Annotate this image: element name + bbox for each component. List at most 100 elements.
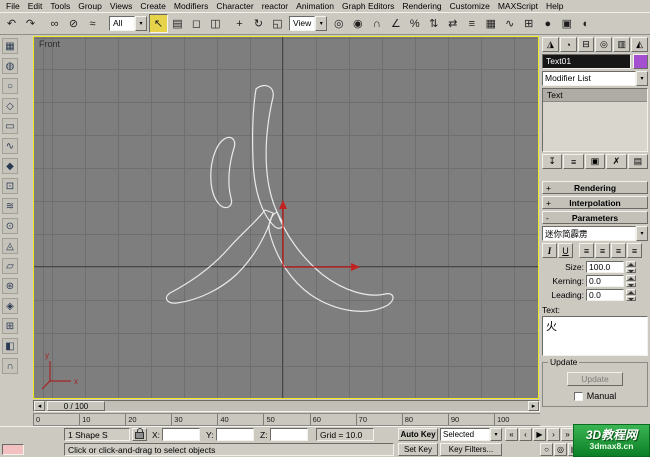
menu-character[interactable]: Character: [212, 1, 257, 11]
time-slider-left-arrow-icon[interactable]: ◂: [34, 401, 45, 411]
italic-button[interactable]: I: [542, 243, 557, 258]
chevron-down-icon[interactable]: ▾: [636, 226, 648, 241]
reactor-tool-17-icon[interactable]: ∩: [2, 358, 18, 374]
rollout-toggle-icon[interactable]: +: [546, 198, 551, 208]
curve-editor-icon[interactable]: ∿: [500, 14, 519, 33]
chevron-down-icon[interactable]: ▾: [636, 71, 648, 86]
viewport-scene[interactable]: y x: [34, 37, 538, 398]
viewport-label[interactable]: Front: [39, 39, 60, 49]
reactor-tool-8-icon[interactable]: ⊡: [2, 178, 18, 194]
use-pivot-point-center-icon[interactable]: ◎: [329, 14, 348, 33]
chevron-down-icon[interactable]: ▾: [490, 428, 502, 441]
menu-group[interactable]: Group: [74, 1, 106, 11]
create-tab[interactable]: ◮: [542, 37, 559, 52]
text-spline-outline[interactable]: [268, 211, 394, 312]
size-field[interactable]: 100.0: [586, 261, 624, 273]
menu-animation[interactable]: Animation: [292, 1, 338, 11]
underline-button[interactable]: U: [558, 243, 573, 258]
spinner[interactable]: [626, 289, 636, 301]
macro-recorder-field[interactable]: [2, 444, 24, 455]
utilities-tab[interactable]: ◭: [631, 37, 648, 52]
motion-tab[interactable]: ◎: [595, 37, 613, 52]
make-unique-icon[interactable]: ▣: [584, 154, 606, 169]
menu-graph-editors[interactable]: Graph Editors: [338, 1, 398, 11]
reactor-tool-10-icon[interactable]: ⊙: [2, 218, 18, 234]
layer-manager-icon[interactable]: ▦: [481, 14, 500, 33]
render-scene-icon[interactable]: ▣: [557, 14, 576, 33]
reactor-tool-5-icon[interactable]: ▭: [2, 118, 18, 134]
track-bar[interactable]: 0 10 20 30 40 50 60 70 80 90 100: [33, 413, 540, 426]
reactor-tool-2-icon[interactable]: ◍: [2, 58, 18, 74]
stack-item-text[interactable]: Text: [543, 89, 647, 102]
menu-customize[interactable]: Customize: [446, 1, 494, 11]
time-slider-track[interactable]: [105, 401, 528, 411]
go-to-start-icon[interactable]: «: [505, 428, 518, 441]
key-selection-dropdown[interactable]: Selected ▾: [440, 428, 502, 441]
key-filters-button[interactable]: Key Filters...: [440, 443, 502, 456]
pin-stack-icon[interactable]: ↧: [542, 154, 563, 169]
reactor-tool-14-icon[interactable]: ◈: [2, 298, 18, 314]
rectangular-selection-region-icon[interactable]: ◻: [187, 14, 206, 33]
reactor-tool-16-icon[interactable]: ◧: [2, 338, 18, 354]
update-button[interactable]: Update: [567, 372, 623, 386]
configure-modifier-sets-icon[interactable]: ▤: [627, 154, 649, 169]
kerning-field[interactable]: 0.0: [586, 275, 624, 287]
modify-tab[interactable]: ◔: [559, 37, 577, 52]
reactor-tool-4-icon[interactable]: ◇: [2, 98, 18, 114]
selection-filter-dropdown[interactable]: All ▾: [109, 16, 147, 31]
reactor-tool-11-icon[interactable]: ◬: [2, 238, 18, 254]
hierarchy-tab[interactable]: ⊟: [577, 37, 595, 52]
menu-create[interactable]: Create: [136, 1, 170, 11]
reactor-tool-6-icon[interactable]: ∿: [2, 138, 18, 154]
redo-icon[interactable]: ↷: [21, 14, 40, 33]
text-spline-outline[interactable]: [210, 136, 236, 209]
menu-edit[interactable]: Edit: [24, 1, 47, 11]
select-object-icon[interactable]: ↖: [149, 14, 168, 33]
rollout-parameters[interactable]: - Parameters: [542, 211, 648, 224]
chevron-down-icon[interactable]: ▾: [315, 16, 328, 31]
modifier-list-dropdown[interactable]: Modifier List ▾: [542, 71, 648, 86]
display-tab[interactable]: ▥: [613, 37, 631, 52]
zoom-all-icon[interactable]: ◎: [554, 443, 567, 456]
menu-maxscript[interactable]: MAXScript: [494, 1, 542, 11]
select-and-link-icon[interactable]: ∞: [45, 14, 64, 33]
snap-toggle-icon[interactable]: ∩: [367, 14, 386, 33]
viewport-front[interactable]: y x Front: [33, 36, 539, 399]
schematic-view-icon[interactable]: ⊞: [519, 14, 538, 33]
time-slider-handle[interactable]: 0 / 100: [47, 401, 105, 411]
leading-field[interactable]: 0.0: [586, 289, 624, 301]
set-key-button[interactable]: Set Key: [398, 443, 438, 456]
align-right-button[interactable]: ≡: [611, 243, 626, 258]
chevron-down-icon[interactable]: ▾: [135, 16, 147, 31]
next-frame-icon[interactable]: ›: [547, 428, 560, 441]
previous-frame-icon[interactable]: ‹: [519, 428, 532, 441]
menu-tools[interactable]: Tools: [46, 1, 74, 11]
reactor-tool-3-icon[interactable]: ○: [2, 78, 18, 94]
select-and-manipulate-icon[interactable]: ◉: [348, 14, 367, 33]
play-icon[interactable]: ▶: [533, 428, 546, 441]
text-input-area[interactable]: 火: [542, 316, 648, 356]
unlink-selection-icon[interactable]: ⊘: [64, 14, 83, 33]
reactor-tool-12-icon[interactable]: ▱: [2, 258, 18, 274]
spinner[interactable]: [626, 275, 636, 287]
rollout-rendering[interactable]: + Rendering: [542, 181, 648, 194]
reactor-tool-7-icon[interactable]: ◆: [2, 158, 18, 174]
spinner-snap-toggle-icon[interactable]: ⇅: [424, 14, 443, 33]
select-by-name-icon[interactable]: ▤: [168, 14, 187, 33]
undo-icon[interactable]: ↶: [2, 14, 21, 33]
spinner[interactable]: [626, 261, 636, 273]
quick-render-icon[interactable]: ◐: [576, 14, 595, 33]
modifier-stack[interactable]: Text: [542, 88, 648, 152]
menu-reactor[interactable]: reactor: [258, 1, 292, 11]
menu-file[interactable]: File: [2, 1, 24, 11]
y-coordinate-field[interactable]: [216, 428, 254, 441]
selection-lock-toggle[interactable]: [132, 428, 147, 441]
text-spline-outline[interactable]: [165, 209, 274, 304]
x-coordinate-field[interactable]: [162, 428, 200, 441]
select-and-scale-icon[interactable]: ◱: [268, 14, 287, 33]
align-icon[interactable]: ≡: [462, 14, 481, 33]
auto-key-button[interactable]: Auto Key: [398, 428, 438, 441]
menu-help[interactable]: Help: [542, 1, 567, 11]
object-color-swatch[interactable]: [633, 54, 648, 69]
reactor-tool-15-icon[interactable]: ⊞: [2, 318, 18, 334]
